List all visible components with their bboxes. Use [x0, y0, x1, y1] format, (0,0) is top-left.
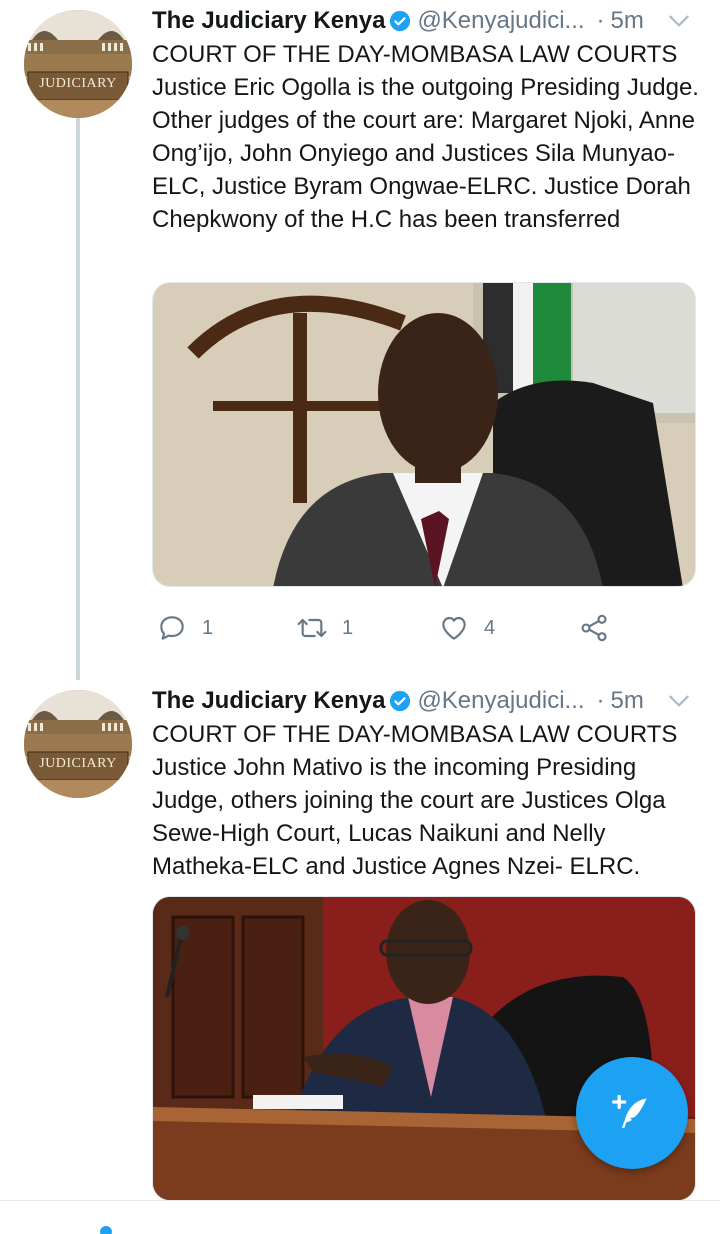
separator-dot: ·	[596, 687, 605, 714]
tweet-actions: 1 1 4	[152, 610, 692, 646]
timestamp: 5m	[610, 687, 644, 714]
tweet-text: COURT OF THE DAY-MOMBASA LAW COURTS Just…	[152, 41, 699, 233]
avatar-label: JUDICIARY	[39, 76, 117, 91]
notification-dot	[100, 1226, 112, 1234]
tweet-header: The Judiciary Kenya @Kenyajudici... · 5m	[152, 6, 700, 36]
retweet-button[interactable]: 1	[296, 612, 353, 644]
thread-line	[76, 118, 80, 680]
bottom-divider	[0, 1200, 720, 1201]
reply-count: 1	[202, 616, 214, 639]
tweet[interactable]: JUDICIARY The Judiciary Kenya @Kenyajudi…	[0, 0, 720, 680]
verified-badge-icon	[390, 10, 411, 32]
reply-button[interactable]: 1	[156, 612, 213, 644]
share-icon	[581, 614, 607, 642]
heart-icon	[442, 616, 466, 640]
tweet-text: COURT OF THE DAY-MOMBASA LAW COURTS Just…	[152, 721, 678, 880]
retweet-icon	[297, 618, 327, 638]
like-button[interactable]: 4	[438, 612, 495, 644]
chevron-down-icon[interactable]	[666, 688, 692, 714]
handle[interactable]: @Kenyajudici...	[417, 7, 584, 35]
verified-badge-icon	[390, 690, 411, 712]
share-button[interactable]	[578, 612, 610, 644]
reply-icon	[160, 616, 184, 640]
like-count: 4	[484, 616, 496, 639]
chevron-down-icon[interactable]	[666, 8, 692, 34]
avatar[interactable]: JUDICIARY	[24, 690, 132, 798]
tweet-header: The Judiciary Kenya @Kenyajudici... · 5m	[152, 686, 700, 716]
separator-dot: ·	[596, 7, 605, 34]
avatar[interactable]: JUDICIARY	[24, 10, 132, 118]
timestamp: 5m	[610, 7, 644, 34]
compose-tweet-icon	[612, 1094, 647, 1129]
display-name[interactable]: The Judiciary Kenya	[152, 687, 385, 715]
handle[interactable]: @Kenyajudici...	[417, 687, 584, 715]
compose-tweet-button[interactable]	[576, 1057, 688, 1169]
tweet-image[interactable]	[152, 282, 696, 587]
retweet-count: 1	[342, 616, 354, 639]
avatar-label: JUDICIARY	[39, 756, 117, 771]
display-name[interactable]: The Judiciary Kenya	[152, 7, 385, 35]
